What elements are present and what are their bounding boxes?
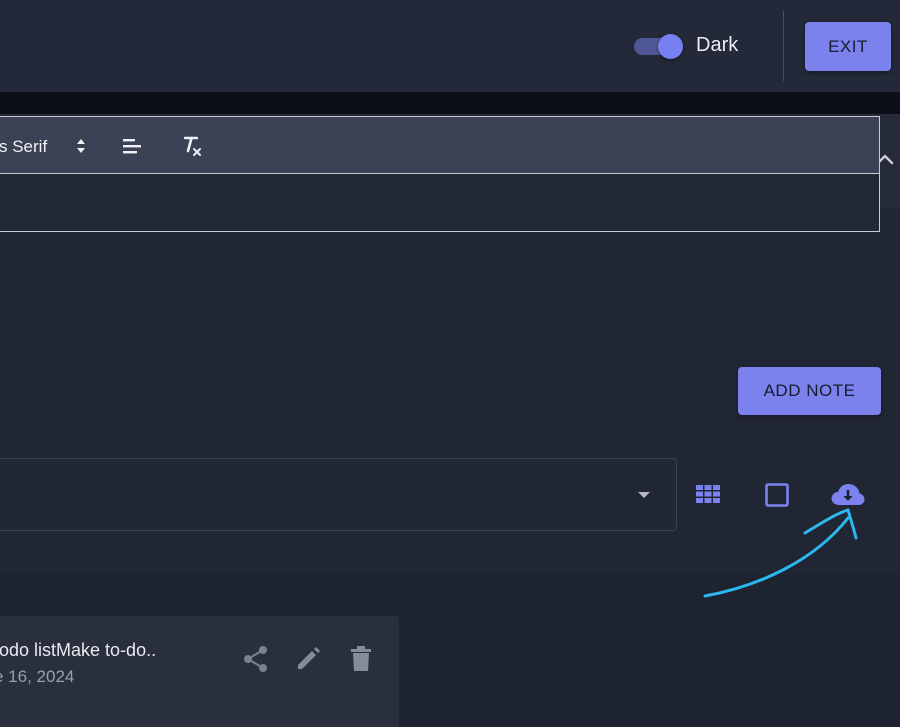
align-left-icon[interactable] [121,136,143,156]
notes-filter-select[interactable] [0,458,677,531]
theme-toggle-label: Dark [696,34,739,56]
theme-toggle[interactable] [634,34,684,59]
editor-text-area[interactable] [0,173,880,232]
caret-down-icon [638,492,650,498]
rich-text-editor: s Serif [0,116,880,232]
font-picker[interactable]: s Serif [0,137,47,157]
sort-arrows-icon[interactable] [75,137,87,155]
note-title: todo listMake to-do.. [0,640,157,660]
top-bar: Dark EXIT [0,0,900,92]
clear-format-icon[interactable] [181,134,203,158]
share-icon[interactable] [243,645,269,673]
header-divider [783,11,784,81]
note-card[interactable]: todo listMake to-do.. e 16, 2024 [0,616,399,727]
pencil-icon[interactable] [295,646,321,672]
toggle-knob [658,34,683,59]
exit-button[interactable]: EXIT [805,22,891,71]
annotation-arrow [703,508,858,598]
trash-icon[interactable] [350,646,372,672]
add-note-button[interactable]: ADD NOTE [738,367,881,415]
editor-toolbar: s Serif [0,116,880,174]
header-shadow-strip [0,92,900,114]
note-date: e 16, 2024 [0,667,75,686]
